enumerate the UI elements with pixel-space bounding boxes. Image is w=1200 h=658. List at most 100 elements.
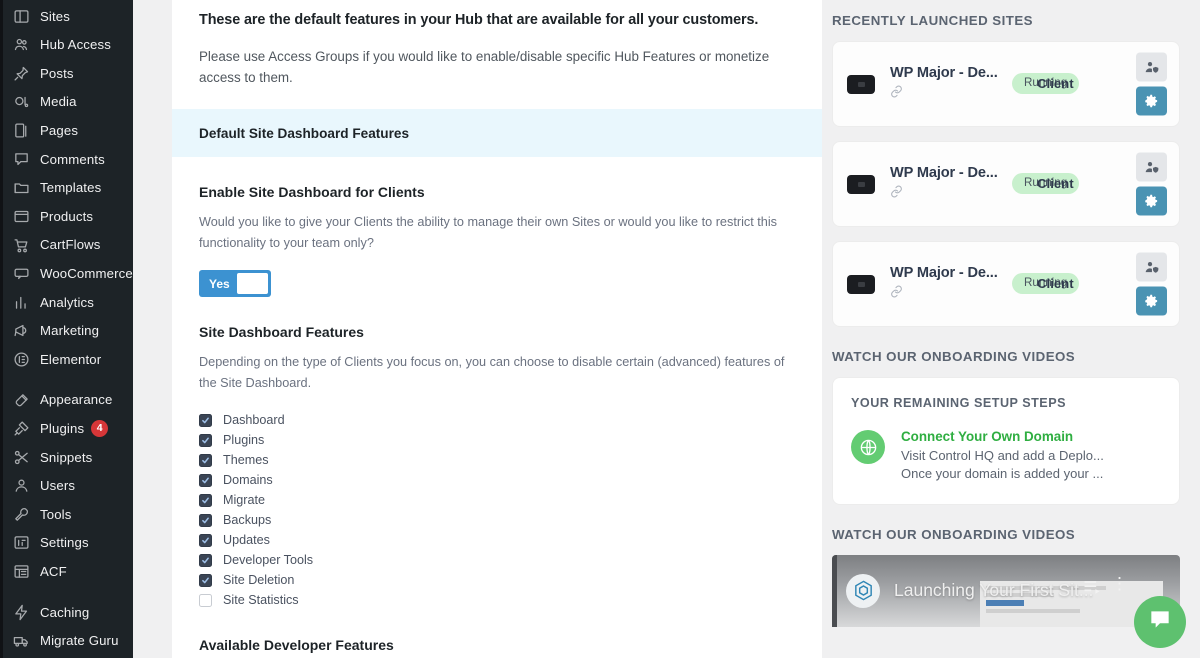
- site-card-actions: [1136, 252, 1167, 316]
- site-name: WP Major - De...: [890, 165, 998, 181]
- sidebar-item-snippets[interactable]: Snippets: [0, 443, 133, 472]
- feature-checkbox-row[interactable]: Domains: [199, 470, 795, 490]
- feature-checkbox-row[interactable]: Site Statistics: [199, 590, 795, 610]
- site-settings-button[interactable]: [1136, 186, 1167, 216]
- sidebar-item-label: Products: [40, 208, 94, 224]
- site-name: WP Major - De...: [890, 65, 998, 81]
- chat-support-button[interactable]: [1134, 596, 1186, 648]
- sidebar-item-woocommerce[interactable]: WooCommerce: [0, 259, 133, 288]
- enable-dashboard-toggle[interactable]: Yes: [199, 270, 271, 298]
- feature-checkbox-row[interactable]: Site Deletion: [199, 570, 795, 590]
- checkbox-checked-icon[interactable]: [199, 573, 212, 587]
- media-icon: [11, 92, 31, 112]
- sidebar-item-settings[interactable]: Settings: [0, 529, 133, 558]
- pin-icon: [11, 63, 31, 83]
- products-icon: [11, 206, 31, 226]
- feature-checkbox-row[interactable]: Backups: [199, 510, 795, 530]
- more-options-icon[interactable]: ⋮: [1111, 575, 1128, 592]
- playlist-icon[interactable]: [1082, 577, 1102, 602]
- sidebar-item-products[interactable]: Products: [0, 202, 133, 231]
- site-role-label: Client: [1037, 176, 1074, 191]
- manage-client-access-button[interactable]: [1136, 152, 1167, 182]
- sidebar-item-appearance[interactable]: Appearance: [0, 386, 133, 415]
- setup-step-line-2: Once your domain is added your ...: [901, 466, 1104, 482]
- sidebar-item-caching[interactable]: Caching: [0, 598, 133, 627]
- checkbox-checked-icon[interactable]: [199, 473, 212, 487]
- sidebar-item-media[interactable]: Media: [0, 88, 133, 117]
- checkbox-checked-icon[interactable]: [199, 493, 212, 507]
- feature-checkbox-label: Site Statistics: [223, 593, 299, 608]
- feature-checkbox-label: Backups: [223, 513, 272, 528]
- site-name: WP Major - De...: [890, 265, 998, 281]
- manage-client-access-button[interactable]: [1136, 252, 1167, 282]
- sidebar-item-label: Pages: [40, 123, 79, 139]
- setup-step-title[interactable]: Connect Your Own Domain: [901, 429, 1104, 444]
- site-card[interactable]: WP Major - De... Running Client: [832, 141, 1180, 227]
- pages-icon: [11, 121, 31, 141]
- sidebar-item-plugins[interactable]: Plugins 4: [0, 414, 133, 443]
- sidebar-item-posts[interactable]: Posts: [0, 59, 133, 88]
- checkbox-checked-icon[interactable]: [199, 413, 212, 427]
- feature-checkbox-row[interactable]: Dashboard: [199, 410, 795, 430]
- checkbox-checked-icon[interactable]: [199, 453, 212, 467]
- page-title: These are the default features in your H…: [199, 12, 759, 28]
- sidebar-item-sites[interactable]: Sites: [0, 2, 133, 31]
- feature-checkbox-row[interactable]: Developer Tools: [199, 550, 795, 570]
- manage-client-access-button[interactable]: [1136, 52, 1167, 82]
- site-card[interactable]: WP Major - De... Running Client: [832, 241, 1180, 327]
- site-settings-button[interactable]: [1136, 86, 1167, 116]
- link-icon[interactable]: [890, 185, 1008, 203]
- site-status-group: Running Client: [1012, 173, 1104, 195]
- sidebar-item-label: Users: [40, 478, 76, 494]
- checkbox-checked-icon[interactable]: [199, 553, 212, 567]
- video-title: Launching Your First Sit...: [894, 580, 1094, 601]
- intro-section: These are the default features in your H…: [172, 0, 822, 109]
- sidebar-item-acf[interactable]: ACF: [0, 557, 133, 586]
- analytics-icon: [11, 292, 31, 312]
- sidebar-item-comments[interactable]: Comments: [0, 145, 133, 174]
- site-status-group: Running Client: [1012, 273, 1104, 295]
- feature-checkbox-row[interactable]: Plugins: [199, 430, 795, 450]
- site-meta: WP Major - De...: [890, 65, 1008, 103]
- cart-icon: [11, 235, 31, 255]
- checkbox-unchecked-icon[interactable]: [199, 593, 212, 607]
- sidebar-item-label: Appearance: [40, 392, 113, 408]
- sidebar-item-tools[interactable]: Tools: [0, 500, 133, 529]
- checkbox-checked-icon[interactable]: [199, 513, 212, 527]
- feature-checkbox-row[interactable]: Updates: [199, 530, 795, 550]
- plug-icon: [11, 419, 31, 439]
- feature-checkbox-label: Migrate: [223, 493, 265, 508]
- hexagon-logo-icon: [846, 573, 880, 608]
- globe-icon: [851, 430, 885, 464]
- sidebar-item-cartflows[interactable]: CartFlows: [0, 231, 133, 260]
- sidebar-item-migrate-guru[interactable]: Migrate Guru: [0, 626, 133, 655]
- sidebar-item-marketing[interactable]: Marketing: [0, 317, 133, 346]
- checkbox-checked-icon[interactable]: [199, 533, 212, 547]
- link-icon[interactable]: [890, 285, 1008, 303]
- sidebar-item-label: Hub Access: [40, 37, 111, 53]
- chat-bubble-icon: [1147, 607, 1173, 638]
- sidebar-separator: [0, 586, 133, 598]
- site-card[interactable]: WP Major - De... Running Client: [832, 41, 1180, 127]
- feature-checkbox-row[interactable]: Themes: [199, 450, 795, 470]
- sidebar-item-elementor[interactable]: Elementor: [0, 345, 133, 374]
- link-icon[interactable]: [890, 85, 1008, 103]
- sidebar-item-label: Tools: [40, 506, 72, 522]
- site-settings-button[interactable]: [1136, 286, 1167, 316]
- developer-features-title: Available Developer Features: [199, 637, 394, 654]
- sidebar-item-analytics[interactable]: Analytics: [0, 288, 133, 317]
- sidebar-item-templates[interactable]: Templates: [0, 174, 133, 203]
- enable-dashboard-description: Would you like to give your Clients the …: [199, 215, 778, 250]
- sidebar-item-label: Media: [40, 94, 77, 110]
- sidebar-item-label: Posts: [40, 65, 74, 81]
- sidebar-item-users[interactable]: Users: [0, 472, 133, 501]
- feature-checkbox-row[interactable]: Migrate: [199, 490, 795, 510]
- settings-panel: These are the default features in your H…: [172, 0, 822, 658]
- sidebar-item-pages[interactable]: Pages: [0, 116, 133, 145]
- setup-step[interactable]: Connect Your Own Domain Visit Control HQ…: [851, 428, 1161, 484]
- sidebar-item-label: Marketing: [40, 323, 100, 339]
- onboarding-video-thumbnail[interactable]: Launching Your First Sit... ⋮: [832, 554, 1180, 627]
- feature-checkbox-label: Plugins: [223, 433, 265, 448]
- checkbox-checked-icon[interactable]: [199, 433, 212, 447]
- sidebar-item-hub-access[interactable]: Hub Access: [0, 31, 133, 60]
